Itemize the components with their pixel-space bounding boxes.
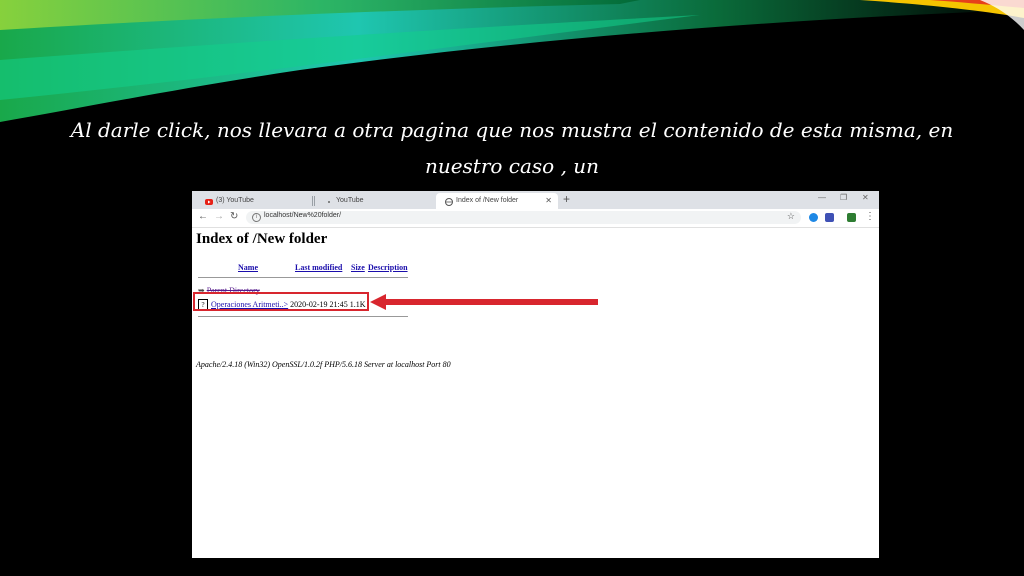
tab-youtube-1[interactable]: (3) YouTube [196,193,314,209]
menu-icon[interactable]: ⋮ [865,211,875,222]
tab-index-active[interactable]: Index of /New folder ✕ [436,193,558,209]
globe-icon [445,197,453,206]
tab-title: YouTube [336,197,364,204]
tab-separator [314,196,315,206]
browser-toolbar: ← → ↻ i localhost/New%20folder/ ☆ ⋮ [192,209,879,228]
close-tab-icon[interactable]: ✕ [545,193,552,209]
browser-window: (3) YouTube YouTube Index of /New folder… [192,191,879,558]
new-tab-button[interactable]: + [563,192,570,206]
back-icon[interactable]: ← [198,211,208,222]
shield-icon[interactable] [825,213,834,222]
close-window-icon[interactable]: ✕ [862,193,869,202]
column-description[interactable]: Description [368,263,408,272]
tab-title: Index of /New folder [456,197,519,204]
reload-icon[interactable]: ↻ [230,211,238,222]
divider [198,277,408,278]
page-title: Index of /New folder [196,231,328,247]
tab-strip: (3) YouTube YouTube Index of /New folder… [192,191,879,209]
youtube-icon [325,197,333,205]
decorative-banner [0,0,1024,122]
minimize-icon[interactable]: — [818,193,826,202]
youtube-icon [205,197,213,205]
restore-icon[interactable]: ❐ [840,193,847,202]
address-bar[interactable]: i localhost/New%20folder/ ☆ [246,211,801,224]
tab-youtube-2[interactable]: YouTube [316,193,434,209]
url-text: localhost/New%20folder/ [264,212,342,219]
avatar[interactable] [847,213,856,222]
divider [198,316,408,317]
tab-title: (3) YouTube [216,197,254,204]
bookmark-star-icon[interactable]: ☆ [787,211,795,222]
tab-separator [312,196,313,206]
forward-icon[interactable]: → [214,211,224,222]
server-signature: Apache/2.4.18 (Win32) OpenSSL/1.0.2f PHP… [196,360,451,369]
caption-line-1: Al darle click, nos llevara a otra pagin… [70,118,954,178]
column-name[interactable]: Name [238,263,258,272]
column-last-modified[interactable]: Last modified [295,263,342,272]
red-arrow [370,294,598,310]
highlight-box [193,292,369,311]
info-icon[interactable]: i [252,213,261,222]
column-size[interactable]: Size [351,263,365,272]
extension-icon[interactable] [809,213,818,222]
page-content: Index of /New folder Name Last modified … [192,228,879,558]
